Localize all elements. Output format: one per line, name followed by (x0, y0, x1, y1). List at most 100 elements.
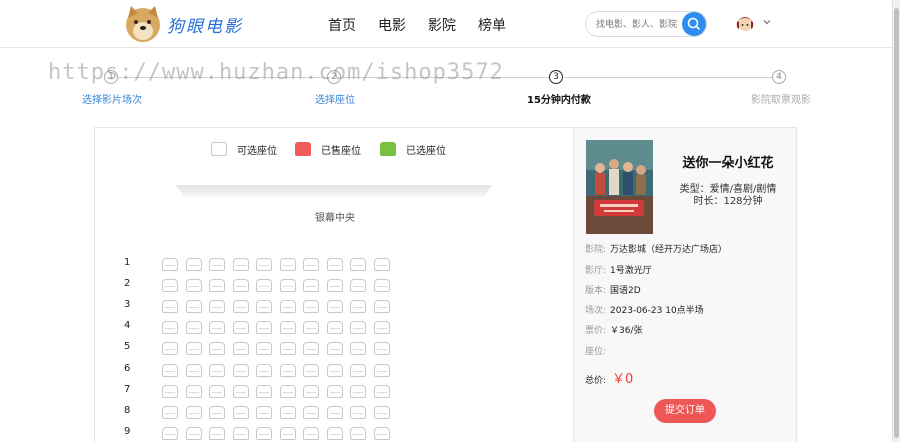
seat-available[interactable] (209, 363, 225, 377)
seat-available[interactable] (350, 321, 366, 335)
seat-available[interactable] (373, 279, 390, 293)
seat-available[interactable] (326, 279, 343, 293)
seat-available[interactable] (326, 258, 343, 271)
seat-available[interactable] (232, 384, 249, 398)
seat-available[interactable] (279, 426, 296, 440)
seat-available[interactable] (162, 258, 178, 271)
seat-available[interactable] (256, 342, 272, 356)
seat-available[interactable] (326, 300, 343, 314)
chevron-down-icon[interactable] (762, 17, 772, 27)
seat-available[interactable] (256, 405, 272, 419)
scrollbar-thumb[interactable] (894, 8, 899, 438)
seat-available[interactable] (232, 300, 249, 314)
seat-available[interactable] (256, 258, 272, 271)
seat-available[interactable] (326, 426, 343, 440)
seat-available[interactable] (256, 279, 272, 293)
brand-name[interactable]: 狗眼电影 (167, 12, 243, 37)
seat-available[interactable] (279, 363, 296, 377)
seat-available[interactable] (162, 279, 178, 293)
seat-available[interactable] (232, 363, 249, 377)
seat-available[interactable] (326, 342, 343, 356)
seat-available[interactable] (303, 363, 319, 377)
seat-available[interactable] (350, 384, 366, 398)
seat-available[interactable] (232, 342, 249, 356)
seat-available[interactable] (256, 363, 272, 377)
seat-available[interactable] (185, 405, 202, 419)
seat-available[interactable] (303, 279, 319, 293)
seat-available[interactable] (185, 426, 202, 440)
seat-available[interactable] (303, 405, 319, 419)
seat-available[interactable] (350, 342, 366, 356)
seat-available[interactable] (350, 363, 366, 377)
seat-available[interactable] (303, 426, 319, 440)
seat-available[interactable] (232, 321, 249, 335)
seat-available[interactable] (185, 384, 202, 398)
seat-available[interactable] (162, 384, 178, 398)
seat-available[interactable] (350, 426, 366, 440)
seat-available[interactable] (279, 258, 296, 271)
submit-order-button[interactable]: 提交订单 (654, 399, 716, 423)
seat-available[interactable] (256, 384, 272, 398)
seat-available[interactable] (373, 342, 390, 356)
seat-available[interactable] (373, 363, 390, 377)
seat-available[interactable] (279, 279, 296, 293)
seat-available[interactable] (303, 384, 319, 398)
seat-available[interactable] (209, 405, 225, 419)
seat-available[interactable] (162, 321, 178, 335)
seat-available[interactable] (373, 300, 390, 314)
nav-cinemas[interactable]: 影院 (428, 15, 456, 35)
seat-available[interactable] (209, 384, 225, 398)
seat-available[interactable] (162, 300, 178, 314)
seat-available[interactable] (279, 300, 296, 314)
seat-available[interactable] (256, 300, 272, 314)
search-input[interactable] (596, 17, 682, 32)
seat-available[interactable] (185, 258, 202, 271)
seat-available[interactable] (256, 321, 272, 335)
seat-available[interactable] (303, 258, 319, 271)
seat-available[interactable] (350, 300, 366, 314)
seat-available[interactable] (350, 258, 366, 271)
seat-available[interactable] (232, 426, 249, 440)
seat-available[interactable] (162, 426, 178, 440)
search-button[interactable] (682, 12, 706, 36)
seat-available[interactable] (185, 300, 202, 314)
seat-available[interactable] (350, 405, 366, 419)
seat-available[interactable] (185, 342, 202, 356)
seat-available[interactable] (373, 426, 390, 440)
seat-available[interactable] (326, 363, 343, 377)
nav-home[interactable]: 首页 (328, 15, 356, 35)
seat-available[interactable] (303, 300, 319, 314)
seat-available[interactable] (232, 258, 249, 271)
seat-available[interactable] (303, 342, 319, 356)
seat-available[interactable] (373, 405, 390, 419)
seat-available[interactable] (209, 279, 225, 293)
seat-available[interactable] (303, 321, 319, 335)
doge-logo-icon[interactable] (122, 4, 164, 44)
seat-available[interactable] (162, 342, 178, 356)
seat-available[interactable] (326, 321, 343, 335)
seat-available[interactable] (209, 300, 225, 314)
seat-available[interactable] (209, 426, 225, 440)
seat-available[interactable] (185, 279, 202, 293)
seat-available[interactable] (162, 363, 178, 377)
seat-available[interactable] (232, 279, 249, 293)
seat-available[interactable] (326, 384, 343, 398)
nav-movies[interactable]: 电影 (378, 15, 406, 35)
seat-available[interactable] (279, 384, 296, 398)
seat-available[interactable] (279, 342, 296, 356)
seat-available[interactable] (209, 342, 225, 356)
seat-available[interactable] (373, 384, 390, 398)
seat-available[interactable] (232, 405, 249, 419)
seat-available[interactable] (373, 321, 390, 335)
seat-available[interactable] (185, 321, 202, 335)
seat-available[interactable] (256, 426, 272, 440)
seat-available[interactable] (350, 279, 366, 293)
seat-available[interactable] (279, 405, 296, 419)
seat-available[interactable] (209, 258, 225, 271)
seat-available[interactable] (326, 405, 343, 419)
seat-available[interactable] (209, 321, 225, 335)
seat-available[interactable] (185, 363, 202, 377)
scrollbar[interactable] (892, 0, 900, 442)
seat-available[interactable] (279, 321, 296, 335)
seat-available[interactable] (162, 405, 178, 419)
